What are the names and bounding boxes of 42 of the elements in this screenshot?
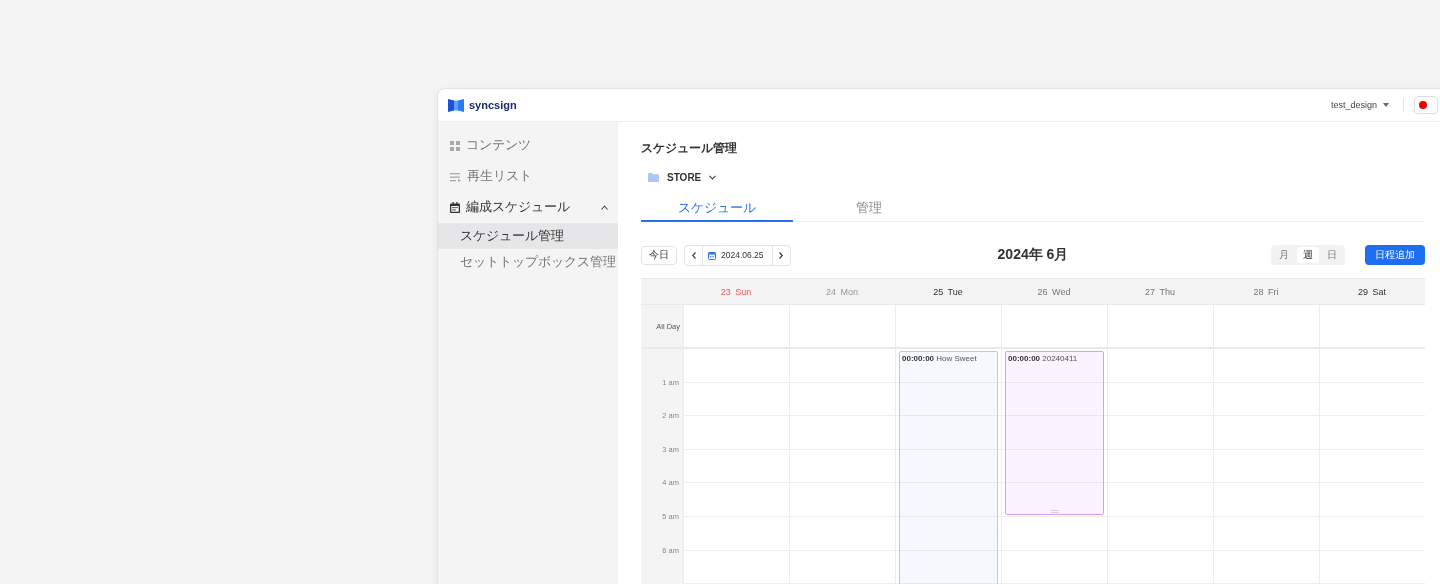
record-icon bbox=[1419, 101, 1427, 109]
event-block[interactable]: 00:00:00 How Sweet bbox=[899, 351, 998, 584]
sidebar-item[interactable]: 編成スケジュール bbox=[438, 192, 618, 223]
chevron-right-icon bbox=[779, 251, 784, 259]
event-block[interactable]: 00:00:00 20240411 bbox=[1005, 351, 1104, 515]
folder-icon bbox=[648, 173, 659, 182]
page-title: スケジュール管理 bbox=[641, 140, 738, 157]
day-header: 29 Sat bbox=[1358, 286, 1386, 297]
day-header: 26 Wed bbox=[1037, 286, 1071, 297]
chevron-left-icon bbox=[691, 251, 696, 259]
folder-selector[interactable]: STORE bbox=[641, 171, 723, 184]
playlist-icon bbox=[450, 171, 461, 182]
caret-icon bbox=[1383, 103, 1389, 107]
grid-icon bbox=[450, 140, 460, 151]
tab[interactable]: スケジュール bbox=[641, 196, 793, 222]
sidebar-subitem[interactable]: セットトップボックス管理 bbox=[438, 249, 618, 275]
day-header: 23 Sun bbox=[720, 286, 752, 297]
date-value: 2024.06.25 bbox=[721, 250, 764, 260]
logo-text: syncsign bbox=[469, 99, 517, 111]
tab[interactable]: 管理 bbox=[793, 196, 945, 222]
view-option[interactable]: 週 bbox=[1297, 247, 1319, 263]
day-header: 28 Fri bbox=[1253, 286, 1279, 297]
calendar-icon bbox=[450, 202, 460, 213]
day-header: 27 Thu bbox=[1145, 286, 1175, 297]
logo-icon bbox=[448, 98, 464, 112]
user-menu[interactable]: test_design bbox=[1330, 100, 1389, 110]
day-header: 24 Mon bbox=[826, 286, 858, 297]
record-button[interactable] bbox=[1414, 96, 1438, 114]
chevron-down-icon bbox=[709, 175, 717, 180]
calendar-title: 2024年 6月 bbox=[997, 246, 1069, 264]
resize-grip-icon[interactable] bbox=[1050, 510, 1059, 513]
sidebar-item[interactable]: コンテンツ bbox=[438, 130, 618, 161]
event-label: 00:00:00 How Sweet bbox=[902, 354, 977, 363]
view-option[interactable]: 日 bbox=[1321, 247, 1343, 263]
today-button[interactable]: 今日 bbox=[641, 245, 677, 265]
view-option[interactable]: 月 bbox=[1273, 247, 1295, 263]
day-header: 25 Tue bbox=[933, 286, 963, 297]
sidebar-subitem[interactable]: スケジュール管理 bbox=[438, 223, 618, 249]
event-label: 00:00:00 20240411 bbox=[1008, 354, 1078, 363]
add-event-button[interactable]: 日程追加 bbox=[1365, 245, 1425, 265]
calendar-icon bbox=[708, 250, 716, 260]
sidebar-item[interactable]: 再生リスト bbox=[438, 161, 618, 192]
